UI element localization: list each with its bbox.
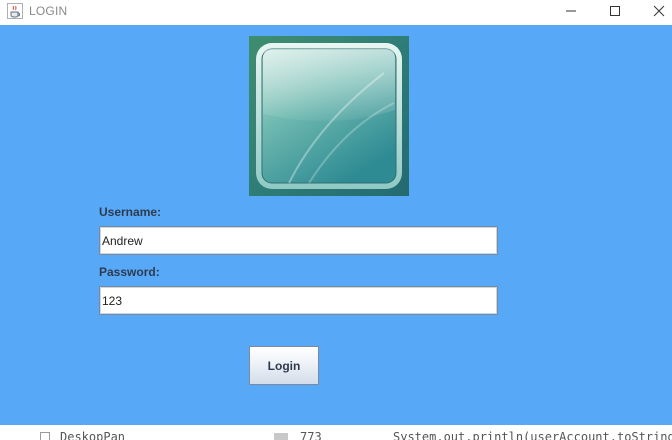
minimize-icon (566, 10, 576, 12)
username-label: Username: (99, 205, 162, 219)
password-label: Password: (99, 265, 160, 279)
title-bar[interactable]: LOGIN (0, 0, 672, 25)
username-input[interactable] (99, 226, 498, 255)
password-input[interactable] (99, 286, 498, 315)
background-text-left: DeskopPan (60, 430, 126, 440)
login-button[interactable]: Login (249, 346, 319, 385)
tree-expander-icon (40, 432, 50, 440)
maximize-button[interactable] (592, 0, 638, 22)
login-panel: Username: Password: Login (0, 25, 672, 425)
background-code-text: System.out.println(userAccount.toString( (393, 430, 672, 440)
scrollbar-thumb (274, 433, 288, 440)
close-icon (653, 5, 665, 17)
maximize-icon (610, 6, 620, 16)
glossy-teal-square-logo (249, 36, 409, 196)
background-text-mid: 773 (300, 430, 322, 440)
login-window: LOGIN Username: Andrew Password: 123 Log… (0, 0, 672, 440)
close-button[interactable] (636, 0, 672, 22)
minimize-button[interactable] (548, 0, 594, 22)
window-title: LOGIN (29, 4, 68, 18)
background-editor-strip: DeskopPan 773 System.out.println(userAcc… (0, 425, 672, 440)
java-coffee-cup-icon (7, 3, 23, 19)
